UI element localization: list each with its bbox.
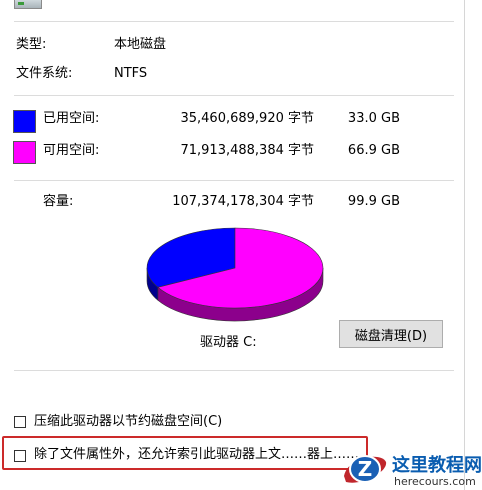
top-divider <box>14 21 454 22</box>
type-value: 本地磁盘 <box>114 37 167 52</box>
watermark-badge-letter: Z <box>358 457 373 481</box>
used-space-bytes: 35,460,689,920 字节 <box>180 111 314 126</box>
used-space-swatch <box>13 110 36 133</box>
filesystem-label: 文件系统: <box>16 66 73 81</box>
free-space-bytes: 71,913,488,384 字节 <box>180 143 314 158</box>
disk-cleanup-button[interactable]: 磁盘清理(D) <box>339 320 443 348</box>
capacity-label: 容量: <box>43 194 74 209</box>
type-label: 类型: <box>16 37 47 52</box>
compress-drive-label[interactable]: 压缩此驱动器以节约磁盘空间(C) <box>34 414 222 430</box>
free-space-size: 66.9 GB <box>347 143 400 158</box>
capacity-divider <box>14 180 454 181</box>
pie-chart-svg <box>146 227 324 322</box>
site-watermark: Z 这里教程网 herecours.com <box>340 446 482 490</box>
compress-drive-checkbox[interactable] <box>14 416 26 428</box>
watermark-title: 这里教程网 <box>392 455 482 476</box>
drive-label: 驱动器 C: <box>200 335 257 350</box>
disk-usage-pie-chart <box>143 224 327 324</box>
index-drive-checkbox[interactable] <box>14 450 26 462</box>
drive-properties-panel: 类型: 本地磁盘 文件系统: NTFS 已用空间: 35,460,689,920… <box>0 0 482 490</box>
index-drive-label[interactable]: 除了文件属性外，还允许索引此驱动器上文……器上…… <box>34 447 359 463</box>
capacity-size: 99.9 GB <box>347 194 400 209</box>
window-edge <box>464 0 465 490</box>
drive-led <box>18 2 24 5</box>
filesystem-value: NTFS <box>114 66 148 81</box>
drive-icon <box>14 0 42 9</box>
watermark-url: herecours.com <box>394 475 476 488</box>
middle-divider <box>14 95 454 96</box>
free-space-label: 可用空间: <box>43 143 100 158</box>
free-space-swatch <box>13 141 36 164</box>
used-space-size: 33.0 GB <box>347 111 400 126</box>
used-space-label: 已用空间: <box>43 111 100 126</box>
watermark-logo-icon: Z <box>340 448 390 488</box>
capacity-bytes: 107,374,178,304 字节 <box>172 194 314 209</box>
bottom-divider <box>14 370 454 371</box>
